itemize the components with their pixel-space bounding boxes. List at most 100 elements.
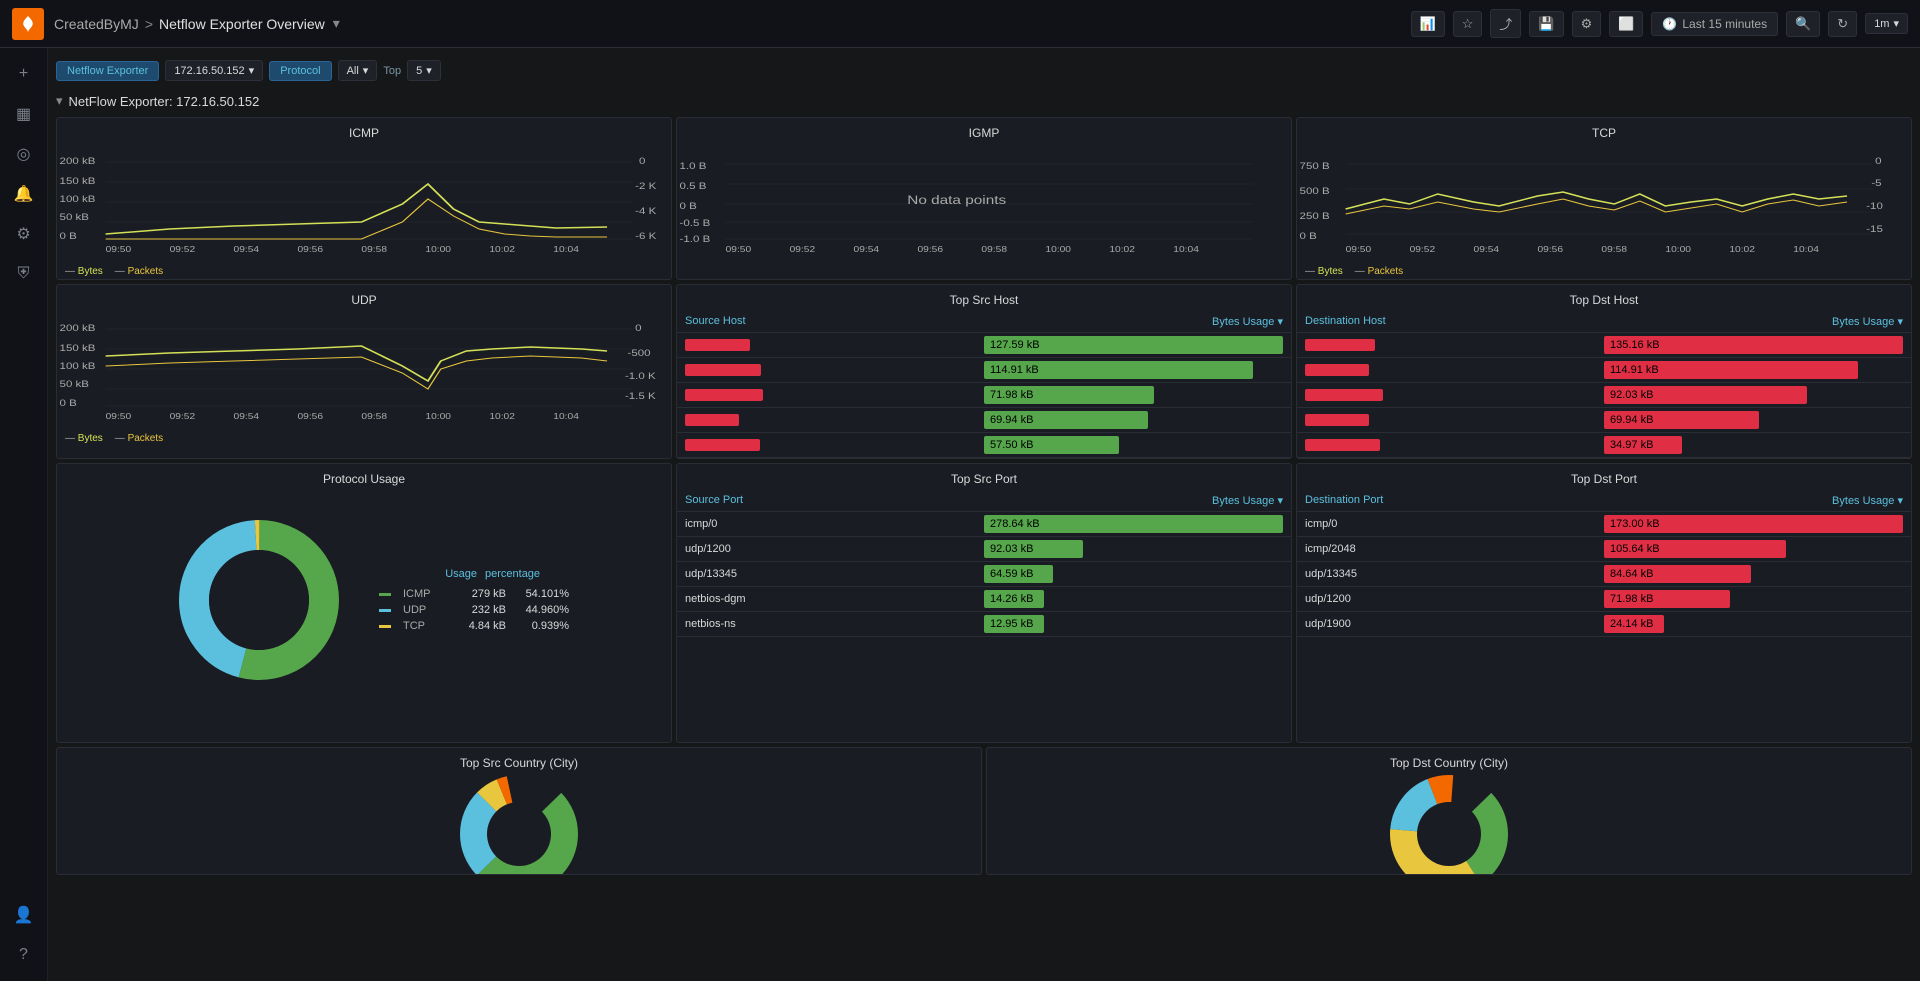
table-row: 114.91 kB — [677, 358, 1291, 383]
table-row: 34.97 kB — [1297, 433, 1911, 458]
table-row: 69.94 kB — [1297, 408, 1911, 433]
zoom-btn[interactable]: 🔍 — [1786, 11, 1820, 37]
share-btn[interactable]: ⤴ — [1490, 9, 1521, 38]
svg-text:100 kB: 100 kB — [60, 362, 96, 372]
sidebar-explore[interactable]: ◎ — [6, 136, 42, 172]
dst-port-table-body: icmp/0173.00 kBicmp/2048105.64 kBudp/133… — [1297, 512, 1911, 637]
star-btn[interactable]: ☆ — [1453, 11, 1483, 37]
donut-wrap: Usage percentage ICMP 279 kB 54.101% UDP… — [57, 490, 671, 710]
svg-text:-500: -500 — [628, 349, 651, 359]
topbar: CreatedByMJ > Netflow Exporter Overview … — [0, 0, 1920, 48]
src-port-col2[interactable]: Bytes Usage ▾ — [984, 494, 1283, 507]
usage-col-header[interactable]: Usage — [427, 568, 477, 580]
sidebar-user[interactable]: 👤 — [6, 897, 42, 933]
sidebar-shield[interactable]: ⛨ — [6, 256, 42, 292]
refresh-caret: ▾ — [1893, 17, 1899, 30]
svg-text:09:52: 09:52 — [1410, 245, 1436, 254]
svg-text:50 kB: 50 kB — [60, 380, 90, 390]
save-btn[interactable]: 💾 — [1529, 11, 1563, 37]
svg-text:10:02: 10:02 — [1109, 245, 1135, 254]
svg-text:09:58: 09:58 — [361, 412, 387, 421]
ip-dropdown[interactable]: 172.16.50.152 ▾ — [165, 60, 263, 81]
sidebar-add[interactable]: + — [6, 56, 42, 92]
protocol-legend: Usage percentage ICMP 279 kB 54.101% UDP… — [379, 566, 569, 634]
protocol-filter-tag[interactable]: Protocol — [269, 61, 331, 81]
monitor-btn[interactable]: ⬜ — [1609, 11, 1643, 37]
dashboard-caret: ▾ — [333, 15, 340, 32]
svg-text:1.0 B: 1.0 B — [680, 162, 707, 172]
logo[interactable] — [12, 8, 44, 40]
src-host-col1[interactable]: Source Host — [685, 315, 984, 328]
svg-text:-1.5 K: -1.5 K — [625, 392, 656, 402]
section-chevron: ▾ — [56, 93, 63, 109]
svg-text:0 B: 0 B — [1300, 232, 1317, 242]
svg-text:09:54: 09:54 — [234, 245, 260, 254]
svg-text:-0.5 B: -0.5 B — [680, 219, 711, 229]
table-row: 127.59 kB — [677, 333, 1291, 358]
table-row: udp/1334564.59 kB — [677, 562, 1291, 587]
dst-host-col2[interactable]: Bytes Usage ▾ — [1604, 315, 1903, 328]
src-host-col2[interactable]: Bytes Usage ▾ — [984, 315, 1283, 328]
sidebar-bottom: 👤 ? — [6, 897, 42, 973]
dst-port-col1[interactable]: Destination Port — [1305, 494, 1604, 507]
table-row: udp/190024.14 kB — [1297, 612, 1911, 637]
refresh-btn[interactable]: ↻ — [1828, 11, 1857, 37]
settings-btn[interactable]: ⚙ — [1572, 11, 1602, 37]
svg-text:09:58: 09:58 — [1601, 245, 1627, 254]
dst-port-col2[interactable]: Bytes Usage ▾ — [1604, 494, 1903, 507]
svg-text:10:04: 10:04 — [1173, 245, 1199, 254]
sidebar-gear[interactable]: ⚙ — [6, 216, 42, 252]
sidebar-dashboard[interactable]: ▦ — [6, 96, 42, 132]
main-content: Netflow Exporter 172.16.50.152 ▾ Protoco… — [48, 48, 1920, 981]
table-row: 114.91 kB — [1297, 358, 1911, 383]
legend-row: TCP 4.84 kB 0.939% — [379, 618, 569, 634]
svg-text:10:00: 10:00 — [1045, 245, 1071, 254]
svg-text:-2 K: -2 K — [635, 182, 656, 192]
bar-chart-btn[interactable]: 📊 — [1411, 11, 1445, 37]
time-range-label: Last 15 minutes — [1682, 17, 1767, 31]
svg-text:0: 0 — [639, 157, 646, 167]
svg-text:09:54: 09:54 — [234, 412, 260, 421]
svg-text:0 B: 0 B — [680, 202, 697, 212]
svg-text:50 kB: 50 kB — [60, 213, 90, 223]
svg-text:10:04: 10:04 — [553, 245, 579, 254]
clock-icon: 🕐 — [1662, 17, 1677, 31]
svg-text:10:00: 10:00 — [1665, 245, 1691, 254]
svg-text:100 kB: 100 kB — [60, 195, 96, 205]
src-port-col1[interactable]: Source Port — [685, 494, 984, 507]
svg-text:09:52: 09:52 — [170, 245, 196, 254]
dst-host-col1[interactable]: Destination Host — [1305, 315, 1604, 328]
top-dst-port-panel: Top Dst Port Destination Port Bytes Usag… — [1296, 463, 1912, 743]
igmp-title: IGMP — [677, 118, 1291, 144]
dst-host-table-body: 135.16 kB114.91 kB92.03 kB69.94 kB34.97 … — [1297, 333, 1911, 458]
src-country-chart — [57, 774, 981, 874]
refresh-interval[interactable]: 1m ▾ — [1865, 13, 1908, 34]
donut-chart — [159, 500, 359, 700]
table-row: udp/1334584.64 kB — [1297, 562, 1911, 587]
igmp-panel: IGMP 1.0 B 0.5 B 0 B -0.5 B -1.0 B 09:50 — [676, 117, 1292, 280]
protocol-usage-panel: Protocol Usage — [56, 463, 672, 743]
icmp-bytes-legend: — Bytes — [65, 266, 103, 277]
top-src-port-panel: Top Src Port Source Port Bytes Usage ▾ i… — [676, 463, 1292, 743]
svg-text:0 B: 0 B — [60, 232, 77, 242]
row3: Protocol Usage — [56, 463, 1912, 743]
pct-col-header[interactable]: percentage — [485, 568, 540, 580]
section-header[interactable]: ▾ NetFlow Exporter: 172.16.50.152 — [56, 93, 1912, 109]
sidebar-question[interactable]: ? — [6, 937, 42, 973]
protocol-dropdown[interactable]: All ▾ — [338, 60, 378, 81]
sidebar-bell[interactable]: 🔔 — [6, 176, 42, 212]
svg-text:200 kB: 200 kB — [60, 324, 96, 334]
svg-text:10:02: 10:02 — [489, 245, 515, 254]
svg-text:10:00: 10:00 — [425, 412, 451, 421]
svg-text:250 B: 250 B — [1300, 212, 1330, 222]
netflow-filter-tag[interactable]: Netflow Exporter — [56, 61, 159, 81]
top-dropdown[interactable]: 5 ▾ — [407, 60, 441, 81]
svg-text:200 kB: 200 kB — [60, 157, 96, 167]
section-title: NetFlow Exporter: 172.16.50.152 — [69, 94, 260, 109]
row4: Top Src Country (City) Top Dst Country (… — [56, 747, 1912, 875]
top-src-country-title: Top Src Country (City) — [57, 748, 981, 774]
svg-text:No data points: No data points — [907, 194, 1006, 207]
udp-chart: 200 kB 150 kB 100 kB 50 kB 0 B 0 -500 -1… — [57, 311, 671, 431]
udp-title: UDP — [57, 285, 671, 311]
time-range-picker[interactable]: 🕐 Last 15 minutes — [1651, 12, 1778, 36]
